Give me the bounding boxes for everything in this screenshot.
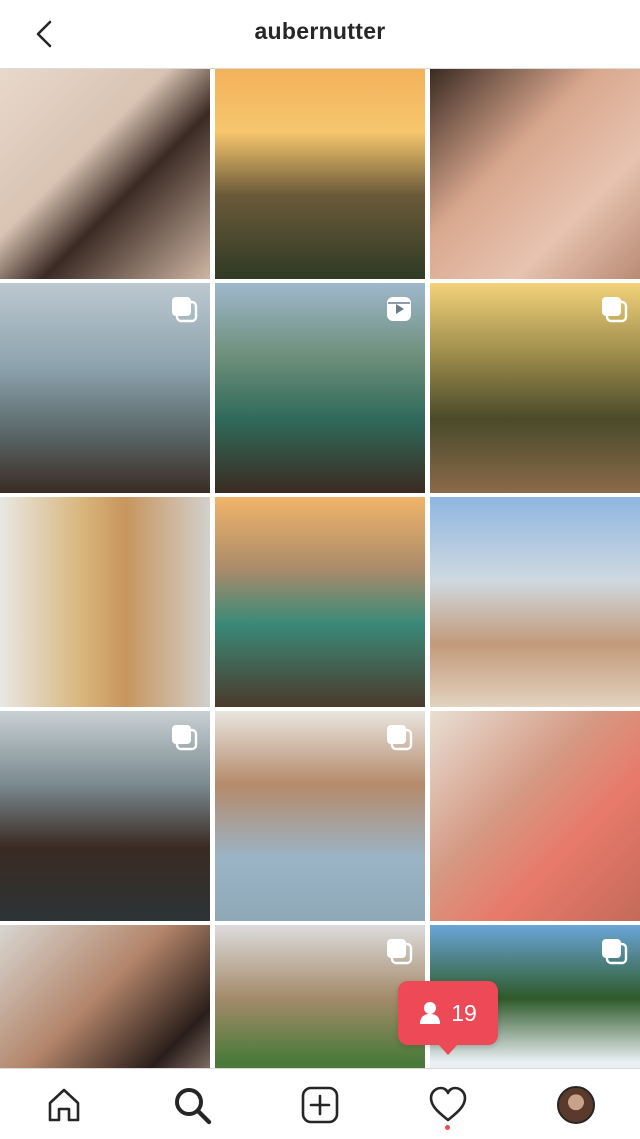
post-thumbnail[interactable] — [0, 69, 210, 279]
activity-dot — [445, 1125, 450, 1130]
video-carousel-icon — [387, 297, 411, 321]
tab-profile[interactable] — [554, 1083, 598, 1127]
post-thumbnail[interactable] — [430, 283, 640, 493]
person-icon — [420, 1002, 441, 1024]
post-thumbnail[interactable] — [0, 497, 210, 707]
post-thumbnail[interactable] — [0, 283, 210, 493]
multiple-photos-icon — [172, 297, 198, 323]
notification-count: 19 — [451, 999, 477, 1026]
heart-icon — [429, 1086, 467, 1122]
tab-new-post[interactable] — [298, 1083, 342, 1127]
multiple-photos-icon — [387, 939, 413, 965]
post-thumbnail[interactable] — [215, 711, 425, 921]
tab-home[interactable] — [42, 1083, 86, 1127]
avatar — [557, 1086, 595, 1124]
page-title: aubernutter — [254, 18, 386, 44]
search-icon — [175, 1088, 212, 1125]
post-thumbnail[interactable] — [430, 497, 640, 707]
plus-square-icon — [301, 1086, 339, 1124]
post-thumbnail[interactable] — [215, 283, 425, 493]
post-grid — [0, 69, 640, 1135]
post-thumbnail[interactable] — [0, 711, 210, 921]
multiple-photos-icon — [602, 297, 628, 323]
tab-activity[interactable] — [426, 1083, 470, 1127]
post-thumbnail[interactable] — [215, 497, 425, 707]
bottom-tab-bar — [0, 1068, 640, 1139]
multiple-photos-icon — [172, 725, 198, 751]
post-thumbnail[interactable] — [430, 711, 640, 921]
home-icon — [48, 1088, 80, 1122]
multiple-photos-icon — [387, 725, 413, 751]
post-thumbnail[interactable] — [215, 69, 425, 279]
multiple-photos-icon — [602, 939, 628, 965]
top-bar: aubernutter — [0, 0, 640, 69]
post-thumbnail[interactable] — [430, 69, 640, 279]
tab-search[interactable] — [170, 1083, 214, 1127]
activity-notification-badge[interactable]: 19 — [398, 981, 498, 1055]
